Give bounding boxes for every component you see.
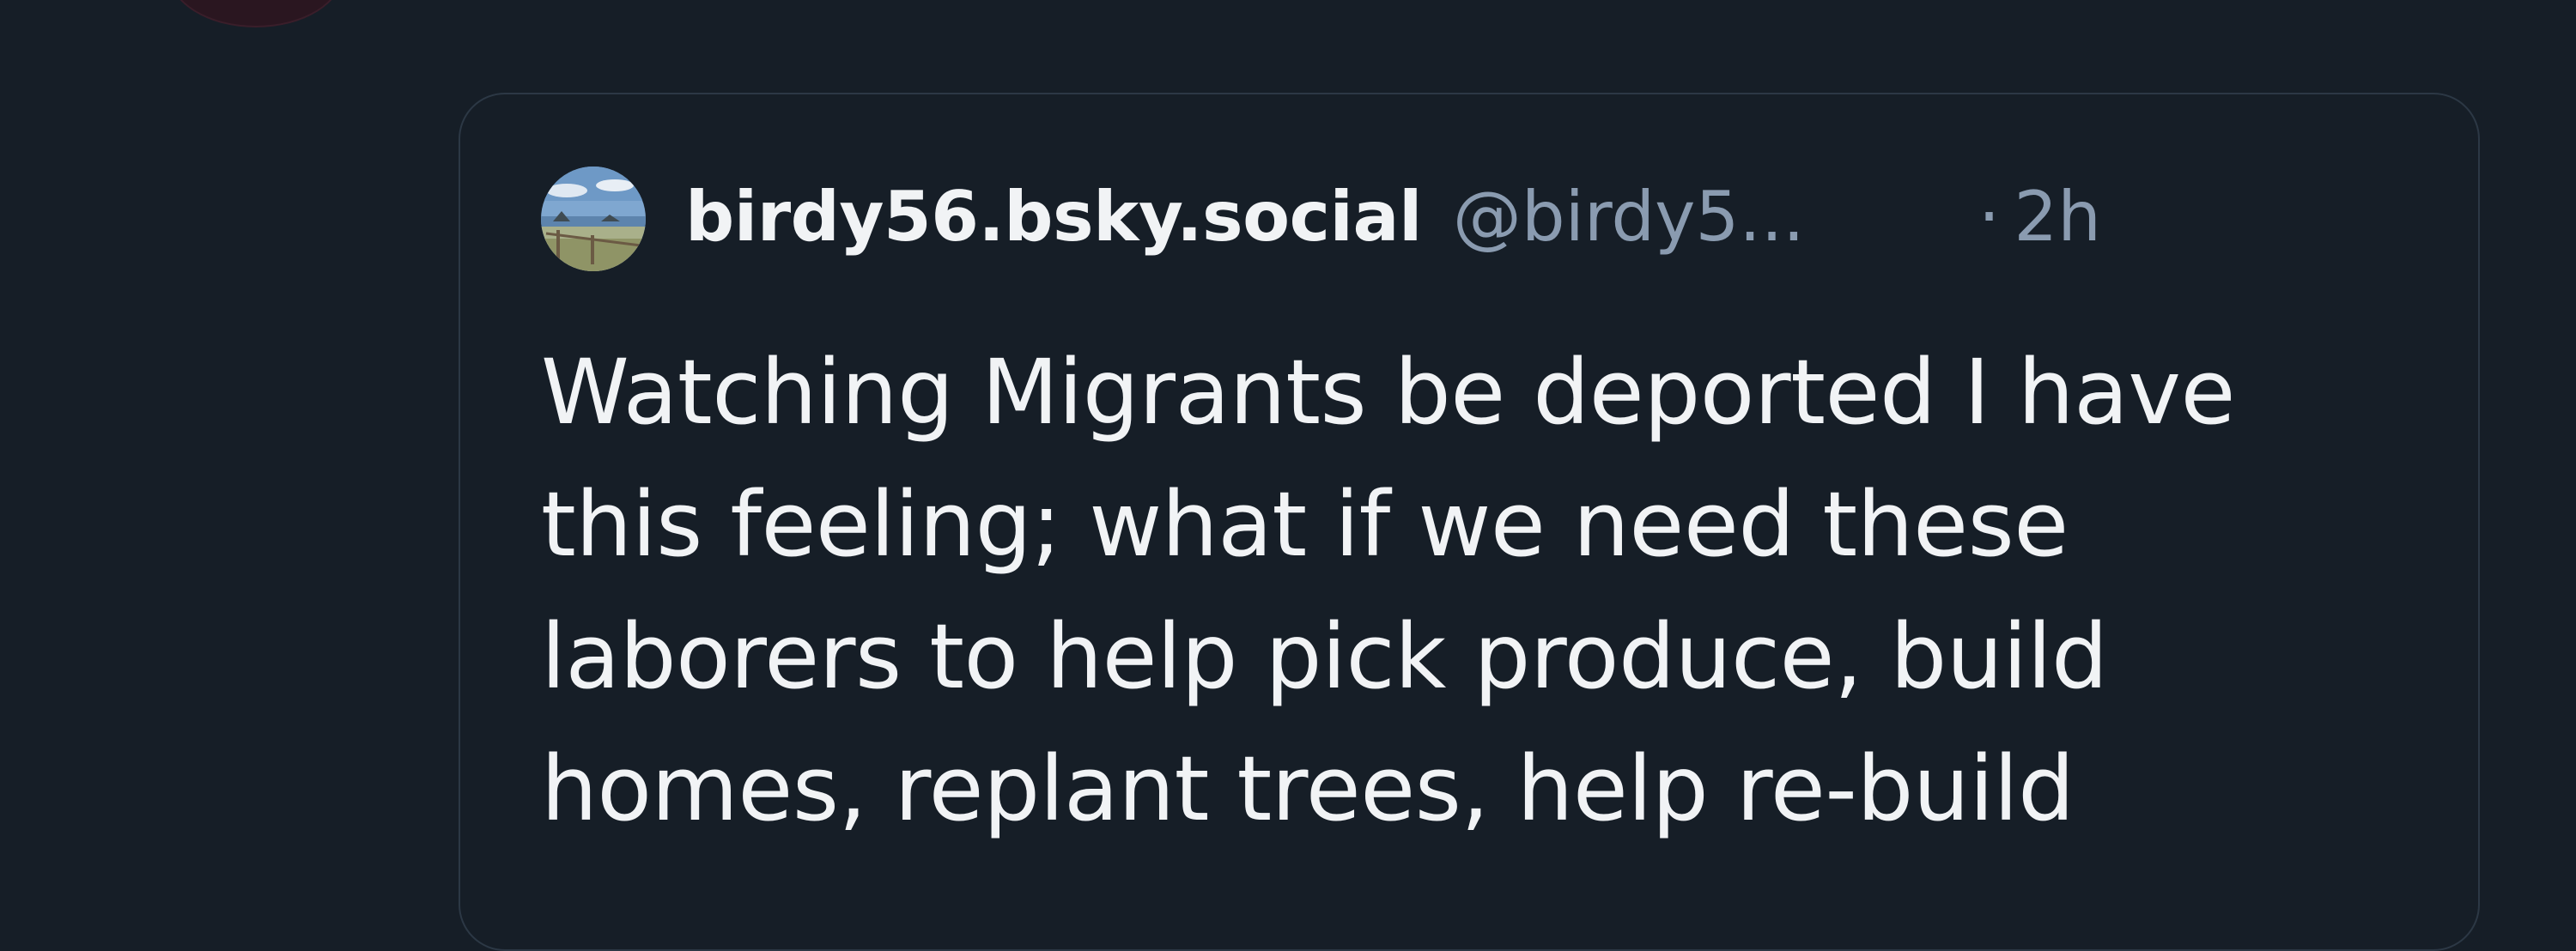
quoted-post-card[interactable]: birdy56.bsky.social @birdy5... · 2h Watc… [459, 93, 2480, 951]
post-text-line: this feeling; what if we need these [541, 472, 2069, 577]
post-text-line: Watching Migrants be deported I have [541, 340, 2235, 445]
quoted-post-header: birdy56.bsky.social @birdy5... · 2h [541, 167, 2430, 271]
post-text-line: homes, replant trees, help re-build [541, 736, 2075, 841]
author-handle[interactable]: @birdy5... [1453, 177, 1927, 257]
quoted-post-text: Watching Migrants be deported I have thi… [541, 326, 2430, 855]
post-timestamp[interactable]: 2h [2014, 177, 2101, 257]
author-display-name[interactable]: birdy56.bsky.social [685, 177, 1422, 257]
post-text-line: laborers to help pick produce, build [541, 604, 2108, 709]
author-avatar[interactable] [541, 167, 646, 271]
meta-separator: · [1978, 176, 2001, 257]
landscape-avatar-icon [541, 167, 646, 271]
parent-post-avatar[interactable] [168, 0, 343, 27]
